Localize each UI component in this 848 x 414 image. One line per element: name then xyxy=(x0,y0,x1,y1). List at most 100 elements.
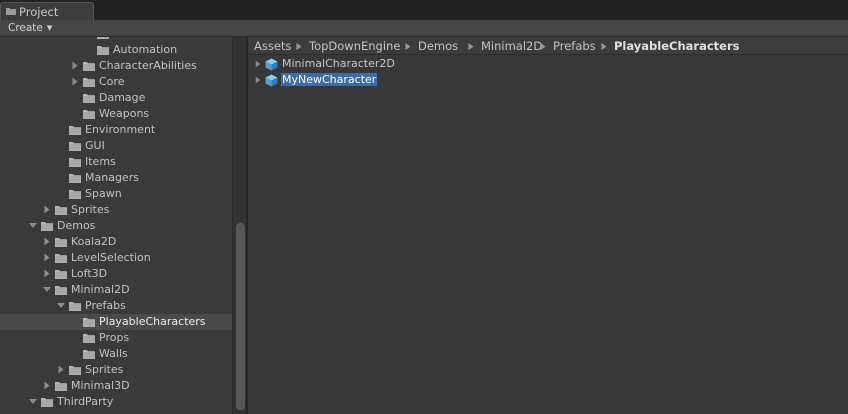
breadcrumb-item[interactable]: Assets xyxy=(254,39,291,53)
breadcrumb-separator-icon xyxy=(296,43,302,50)
tree-item[interactable]: Loft3D xyxy=(0,266,232,282)
folder-icon xyxy=(6,8,16,15)
tree-item-label: Sprites xyxy=(71,203,110,216)
folder-icon xyxy=(69,302,81,311)
breadcrumb-item[interactable]: Minimal2D xyxy=(481,39,542,53)
tree-item-label: Prefabs xyxy=(85,299,126,312)
expanded-arrow-icon[interactable] xyxy=(29,221,37,230)
tree-item-label: Spawn xyxy=(85,187,122,200)
tree-item-label: Sprites xyxy=(85,363,124,376)
expanded-arrow-icon[interactable] xyxy=(29,397,37,406)
collapsed-arrow-icon[interactable] xyxy=(43,205,51,214)
tree-item[interactable]: Sprites xyxy=(0,202,232,218)
folder-icon xyxy=(97,46,109,55)
tree-item-label: CharacterAbilities xyxy=(99,59,197,72)
collapsed-arrow-icon[interactable] xyxy=(254,60,262,68)
folder-icon xyxy=(83,110,95,119)
folder-icon xyxy=(41,398,53,407)
breadcrumb-item[interactable]: PlayableCharacters xyxy=(614,39,739,53)
breadcrumb-item[interactable]: Prefabs xyxy=(553,39,596,53)
tree-item[interactable]: Damage xyxy=(0,90,232,106)
folder-icon xyxy=(69,142,81,151)
tree-item[interactable]: LevelSelection xyxy=(0,250,232,266)
collapsed-arrow-icon[interactable] xyxy=(254,76,262,84)
tree-item[interactable]: Items xyxy=(0,154,232,170)
tree-item-label: Demos xyxy=(57,219,96,232)
folder-icon xyxy=(69,366,81,375)
folder-icon xyxy=(83,62,95,71)
folder-icon xyxy=(83,78,95,87)
asset-label: MyNewCharacter xyxy=(281,73,378,86)
folder-icon xyxy=(69,174,81,183)
tree-item[interactable]: Minimal2D xyxy=(0,282,232,298)
collapsed-arrow-icon[interactable] xyxy=(43,381,51,390)
tree-item[interactable]: Koala2D xyxy=(0,234,232,250)
folder-icon xyxy=(69,126,81,135)
dropdown-arrow-icon: ▼ xyxy=(46,24,53,32)
project-tab[interactable]: Project xyxy=(0,2,94,20)
asset-item[interactable]: MinimalCharacter2D xyxy=(248,56,848,72)
tree-item-label: Props xyxy=(99,331,130,344)
folder-icon xyxy=(55,270,67,279)
folder-icon xyxy=(69,190,81,199)
tree-item-label: GUI xyxy=(85,139,105,152)
collapsed-arrow-icon[interactable] xyxy=(43,253,51,262)
tree-item[interactable]: Prefabs xyxy=(0,298,232,314)
folder-icon xyxy=(41,222,53,231)
breadcrumb-item[interactable]: Demos xyxy=(418,39,458,53)
tree-item-label: Managers xyxy=(85,171,139,184)
tree-item[interactable]: CharacterAbilities xyxy=(0,58,232,74)
tree-item-label: Koala2D xyxy=(71,235,117,248)
tree-item-label: Core xyxy=(99,75,125,88)
folder-icon xyxy=(83,350,95,359)
collapsed-arrow-icon[interactable] xyxy=(71,61,79,70)
expanded-arrow-icon[interactable] xyxy=(43,285,51,294)
folder-tree-panel: Advanced Automation CharacterAbilities Core… xyxy=(0,37,248,414)
tree-item[interactable]: Demos xyxy=(0,218,232,234)
breadcrumb-item[interactable]: TopDownEngine xyxy=(309,39,400,53)
tab-label: Project xyxy=(19,5,59,19)
tree-item[interactable]: GUI xyxy=(0,138,232,154)
folder-icon xyxy=(55,254,67,263)
tree-item[interactable]: Minimal3D xyxy=(0,378,232,394)
tree-item[interactable]: Props xyxy=(0,330,232,346)
toolbar: Create ▼ xyxy=(0,20,848,37)
folder-icon xyxy=(97,37,109,39)
tree-item[interactable]: PlayableCharacters xyxy=(0,314,232,330)
tree-item-label: Weapons xyxy=(99,107,150,120)
tree-item-label: ThirdParty xyxy=(57,395,114,408)
tree-item-label: Damage xyxy=(99,91,146,104)
folder-icon xyxy=(55,286,67,295)
tree-item-label: Walls xyxy=(99,347,128,360)
folder-icon xyxy=(55,382,67,391)
breadcrumb-separator-icon xyxy=(405,43,411,50)
tree-item-label: Loft3D xyxy=(71,267,108,280)
collapsed-arrow-icon[interactable] xyxy=(71,77,79,86)
prefab-cube-icon xyxy=(265,58,278,71)
tree-item[interactable]: Sprites xyxy=(0,362,232,378)
tree-item[interactable]: Weapons xyxy=(0,106,232,122)
create-dropdown-button[interactable]: Create ▼ xyxy=(2,21,58,36)
breadcrumb-separator-icon xyxy=(468,43,474,50)
tree-item-label: Environment xyxy=(85,123,156,136)
asset-label: MinimalCharacter2D xyxy=(282,57,395,70)
collapsed-arrow-icon[interactable] xyxy=(43,237,51,246)
asset-item[interactable]: MyNewCharacter xyxy=(248,72,848,88)
tree-item-label: LevelSelection xyxy=(71,251,151,264)
tree-item[interactable]: ThirdParty xyxy=(0,394,232,410)
tree-item[interactable]: Walls xyxy=(0,346,232,362)
tree-item[interactable]: Core xyxy=(0,74,232,90)
expanded-arrow-icon[interactable] xyxy=(57,301,65,310)
scrollbar-thumb[interactable] xyxy=(236,223,245,410)
tree-item[interactable]: Environment xyxy=(0,122,232,138)
asset-list-panel: Assets TopDownEngine Demos Minimal2D Prefabs… xyxy=(248,37,848,414)
collapsed-arrow-icon[interactable] xyxy=(43,269,51,278)
tree-item[interactable]: Automation xyxy=(0,42,232,58)
collapsed-arrow-icon[interactable] xyxy=(57,365,65,374)
folder-icon xyxy=(55,206,67,215)
tree-item[interactable]: Spawn xyxy=(0,186,232,202)
tree-item-label: Automation xyxy=(113,43,178,56)
tree-item[interactable]: Managers xyxy=(0,170,232,186)
tree-item-label: Items xyxy=(85,155,116,168)
folder-icon xyxy=(83,94,95,103)
